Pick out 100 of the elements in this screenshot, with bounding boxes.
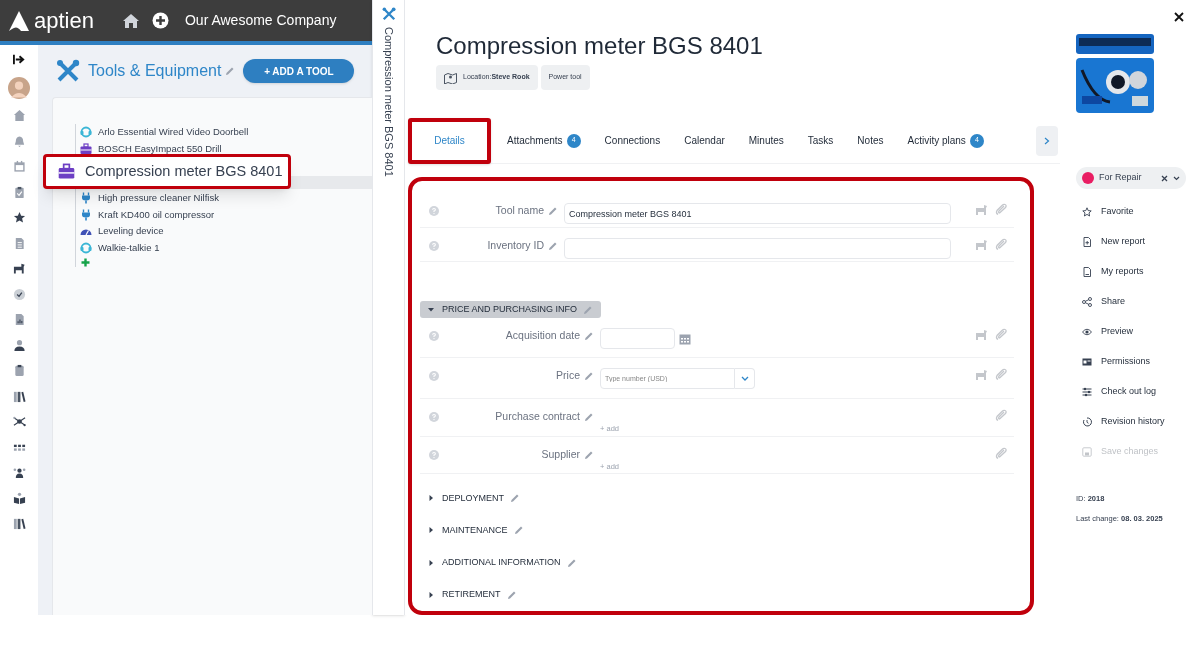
clipboard-icon[interactable] <box>12 364 26 377</box>
section-header[interactable]: DEPLOYMENT <box>420 482 528 515</box>
person-icon[interactable] <box>12 338 26 352</box>
tab[interactable]: Tasks <box>797 125 844 156</box>
add-tool-button[interactable]: + ADD A TOOL <box>243 59 355 83</box>
toolbox-icon <box>58 163 75 180</box>
section-header[interactable]: MAINTENANCE <box>420 514 532 547</box>
close-icon[interactable] <box>1174 12 1184 22</box>
headset-icon <box>80 241 92 254</box>
menu-item[interactable]: Check out log <box>1082 377 1200 407</box>
id-card-icon <box>1082 357 1092 367</box>
books-icon[interactable] <box>12 389 26 403</box>
home-icon[interactable] <box>121 12 140 29</box>
clipboard-icon[interactable] <box>12 185 26 199</box>
dog-icon <box>975 328 988 342</box>
share-icon <box>1082 297 1092 307</box>
map-icon <box>444 71 457 84</box>
help-icon <box>429 206 439 216</box>
menu-item[interactable]: Favorite <box>1082 197 1200 227</box>
paperclip-icon <box>995 237 1008 251</box>
section-header[interactable]: RETIREMENT <box>420 578 525 611</box>
help-icon <box>429 412 439 423</box>
toolbox-icon <box>80 142 92 155</box>
tree-item[interactable]: Arlo Essential Wired Video Doorbell <box>98 125 249 140</box>
plug-icon <box>80 208 92 221</box>
menu-item[interactable]: Share <box>1082 287 1200 317</box>
paperclip-icon <box>995 446 1008 460</box>
pencil-icon <box>584 412 594 423</box>
save-icon <box>1082 447 1092 457</box>
caret-down-icon <box>1173 175 1180 181</box>
dog-icon <box>975 237 988 251</box>
add-icon[interactable] <box>151 12 169 29</box>
field-label: Supplier <box>541 446 580 462</box>
paperclip-icon <box>995 409 1008 423</box>
pencil-icon <box>548 240 558 251</box>
document-icon <box>1082 267 1092 277</box>
chevron-right-icon <box>1044 136 1050 145</box>
history-icon <box>1082 417 1092 427</box>
paperclip-icon <box>995 203 1008 216</box>
pencil-icon <box>510 493 520 504</box>
company-name[interactable]: Our Awesome Company <box>184 10 337 31</box>
pencil-icon <box>548 205 558 216</box>
field-label: Inventory ID <box>487 237 544 253</box>
pencil-icon <box>584 331 594 342</box>
tree-item[interactable]: Walkie-talkie 1 <box>98 240 160 255</box>
tab[interactable]: Notes <box>847 125 894 156</box>
caret-right-icon <box>428 559 434 566</box>
section-header[interactable]: ADDITIONAL INFORMATION <box>420 546 585 579</box>
help-icon <box>429 331 439 342</box>
star-icon[interactable] <box>12 211 26 224</box>
pencil-icon <box>584 370 594 381</box>
network-icon[interactable] <box>12 415 26 428</box>
menu-item[interactable]: My reports <box>1082 257 1200 287</box>
help-icon <box>429 449 439 460</box>
paperclip-icon <box>995 328 1008 342</box>
chevron-down-icon <box>740 375 749 381</box>
text-field[interactable]: Compression meter BGS 8401 <box>564 203 951 224</box>
check-icon[interactable] <box>12 287 26 301</box>
selected-tree-item[interactable]: Compression meter BGS 8401 <box>43 154 291 189</box>
close-icon[interactable] <box>1161 174 1168 182</box>
record-title: Compression meter BGS 8401 <box>436 31 764 61</box>
paperclip-icon <box>995 367 1008 381</box>
document-plus-icon <box>1082 237 1092 247</box>
tab[interactable]: Connections <box>594 125 671 156</box>
field-label: Acquisition date <box>505 328 580 344</box>
tab[interactable]: Calendar <box>674 125 735 156</box>
team-icon[interactable] <box>12 466 26 479</box>
menu-item[interactable]: Permissions <box>1082 347 1200 377</box>
pencil-icon <box>513 525 524 536</box>
tools-icon <box>56 59 80 83</box>
menu-item[interactable]: Revision history <box>1082 407 1200 437</box>
tree-item[interactable]: Kraft KD400 oil compressor <box>98 207 215 222</box>
section-header[interactable]: PRICE AND PURCHASING INFO <box>420 301 602 319</box>
tree-item[interactable]: High pressure cleaner Nilfisk <box>98 191 219 206</box>
caret-right-icon <box>428 527 434 534</box>
status-dropdown[interactable]: For Repair <box>1076 167 1186 189</box>
field-label: Price <box>556 367 580 383</box>
module-title: Tools & Equipment <box>88 61 222 81</box>
logo-text: aptien <box>34 9 94 32</box>
date-field[interactable] <box>600 328 675 350</box>
books-icon[interactable] <box>12 517 26 530</box>
logo-icon <box>8 9 30 32</box>
menu-item[interactable]: New report <box>1082 227 1200 257</box>
menu-item[interactable]: Preview <box>1082 317 1200 347</box>
pencil-icon <box>506 589 517 600</box>
caret-right-icon <box>428 495 434 502</box>
tab[interactable]: Details <box>408 117 491 164</box>
plug-icon <box>80 192 92 205</box>
help-icon <box>429 370 439 381</box>
book-icon[interactable] <box>12 491 26 505</box>
field-label: Tool name <box>495 203 544 218</box>
pencil-icon <box>583 304 594 315</box>
text-field[interactable] <box>564 237 951 259</box>
tree-item[interactable]: Leveling device <box>98 224 164 239</box>
expand-icon[interactable] <box>12 53 26 66</box>
calendar-icon[interactable] <box>12 160 26 173</box>
pencil-icon <box>566 557 577 568</box>
tree-item[interactable]: BOSCH EasyImpact 550 Drill <box>98 141 222 156</box>
tab[interactable]: Minutes <box>738 125 794 156</box>
dog-icon[interactable] <box>12 262 26 275</box>
